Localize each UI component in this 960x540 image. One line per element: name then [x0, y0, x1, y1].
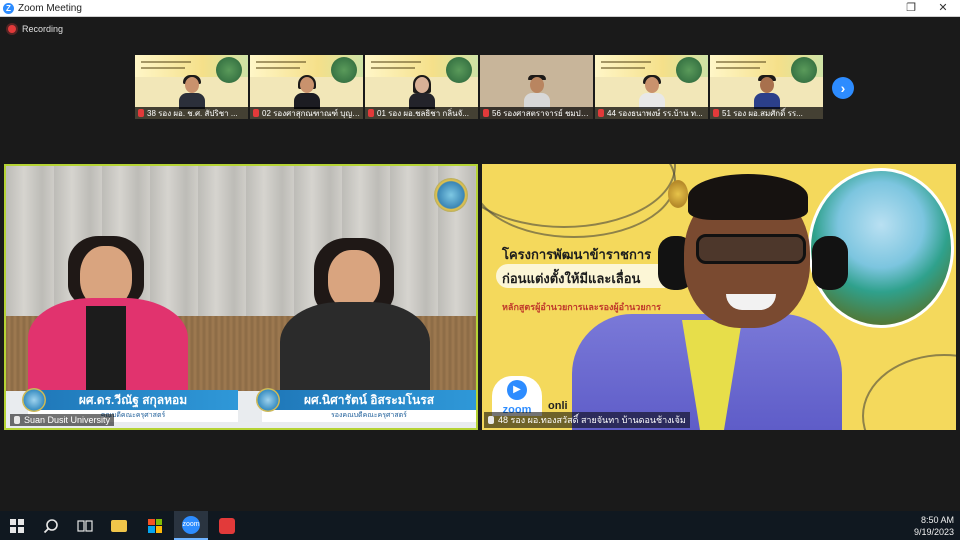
slide-banner	[710, 55, 823, 83]
store-button[interactable]	[138, 511, 172, 540]
university-badge-icon	[22, 388, 46, 412]
muted-mic-icon	[598, 109, 604, 117]
search-button[interactable]	[34, 511, 68, 540]
online-text: onli	[548, 400, 568, 412]
slide-banner	[135, 55, 248, 83]
slide-subtitle: หลักสูตรผู้อำนวยการและรองผู้อำนวยการ	[502, 302, 661, 312]
participant-thumbnail[interactable]: 02 รองศาสุกณฑาณฑ์ บุญลั...	[250, 55, 363, 119]
muted-mic-icon	[138, 109, 144, 117]
participant-video	[523, 75, 550, 109]
search-icon	[43, 518, 58, 533]
next-page-button[interactable]: ›	[832, 77, 854, 99]
muted-mic-icon	[368, 109, 374, 117]
nameplate-name: ผศ.นิศารัตน์ อิสระมโนรส	[262, 390, 476, 410]
university-badge-icon	[256, 388, 280, 412]
participant-thumbnail[interactable]: 56 รองศาสตราจารย์ ชมประชา...	[480, 55, 593, 119]
participant-label: 48 รอง ผอ.ทองสวัสดิ์ สายจันทา บ้านดอนช้า…	[484, 412, 690, 428]
zoom-logo: ▶ zoom	[492, 376, 542, 416]
speaker-video-right[interactable]: โครงการพัฒนาข้าราชการ ก่อนแต่งตั้งให้มีแ…	[482, 164, 956, 430]
title-bar: Z Zoom Meeting ❐ ✕	[0, 0, 960, 17]
start-button[interactable]	[0, 511, 34, 540]
store-icon	[148, 518, 162, 533]
file-explorer-button[interactable]	[102, 511, 136, 540]
zoom-taskbar-button[interactable]: zoom	[174, 511, 208, 540]
participant-name: 01 รอง ผอ.ชลธิชา กลิ่นจั...	[377, 108, 469, 118]
participant-video	[178, 75, 205, 109]
muted-mic-icon	[253, 109, 259, 117]
participant-name: 56 รองศาสตราจารย์ ชมประชา...	[492, 108, 592, 118]
participant-name: 48 รอง ผอ.ทองสวัสดิ์ สายจันทา บ้านดอนช้า…	[498, 415, 686, 425]
emblem-icon	[668, 180, 688, 208]
slide-title-line2: ก่อนแต่งตั้งให้มีและเลื่อน	[502, 271, 641, 286]
participant-video	[293, 75, 320, 109]
muted-mic-icon	[713, 109, 719, 117]
slide-banner	[595, 55, 708, 83]
participant-name: 51 รอง ผอ.สมศักดิ์ รร...	[722, 108, 803, 118]
clock-date: 9/19/2023	[913, 527, 954, 537]
close-button[interactable]: ✕	[928, 0, 958, 16]
muted-mic-icon	[483, 109, 489, 117]
participant-name: 02 รองศาสุกณฑาณฑ์ บุญลั...	[262, 108, 362, 118]
nameplate-name: ผศ.ดร.วีณัฐ สกุลหอม	[28, 390, 238, 410]
record-icon	[8, 25, 16, 33]
university-seal-icon	[434, 178, 468, 212]
window-title: Zoom Meeting	[18, 2, 82, 14]
participant-thumbnail[interactable]: 38 รอง ผอ. ช.ศ. สัปริชา ...	[135, 55, 248, 119]
participant-video	[408, 75, 435, 109]
participant-name: Suan Dusit University	[24, 415, 111, 425]
nameplate-right: ผศ.นิศารัตน์ อิสระมโนรส รองคณบดีคณะครุศา…	[256, 388, 476, 424]
participant-name: 38 รอง ผอ. ช.ศ. สัปริชา ...	[147, 108, 238, 118]
task-view-button[interactable]	[68, 511, 102, 540]
participant-thumbnail[interactable]: 44 รองธนาพงษ์ รร.บ้าน ท...	[595, 55, 708, 119]
recording-label: Recording	[22, 24, 64, 34]
task-view-icon	[77, 519, 93, 532]
taskbar: zoom 8:50 AM 9/19/2023	[0, 511, 960, 540]
restore-button[interactable]: ❐	[896, 0, 926, 16]
folder-icon	[111, 519, 127, 532]
windows-icon	[10, 518, 24, 533]
system-clock[interactable]: 8:50 AM 9/19/2023	[914, 514, 954, 538]
participant-video	[638, 75, 665, 109]
nameplate-title: รองคณบดีคณะครุศาสตร์	[262, 410, 476, 422]
participant-thumbnail[interactable]: 51 รอง ผอ.สมศักดิ์ รร...	[710, 55, 823, 119]
clock-time: 8:50 AM	[920, 515, 954, 525]
zoom-camera-icon: ▶	[507, 380, 527, 400]
participant-label: Suan Dusit University	[10, 414, 115, 426]
participant-name: 44 รองธนาพงษ์ รร.บ้าน ท...	[607, 108, 703, 118]
zoom-icon: zoom	[182, 515, 200, 534]
slide-title-line1: โครงการพัฒนาข้าราชการ	[502, 247, 652, 262]
participant-thumbnail[interactable]: 01 รอง ผอ.ชลธิชา กลิ่นจั...	[365, 55, 478, 119]
speaker-video-left[interactable]: ผศ.ดร.วีณัฐ สกุลหอม คณบดีคณะครุศาสตร์ ผศ…	[4, 164, 478, 430]
red-app-button[interactable]	[210, 511, 244, 540]
mic-icon	[488, 416, 494, 424]
participant-video	[753, 75, 780, 109]
slide-banner	[365, 55, 478, 83]
slide-banner	[250, 55, 363, 83]
mic-icon	[14, 416, 20, 424]
participant-thumbnails: 38 รอง ผอ. ช.ศ. สัปริชา ... 02 รองศาสุกณ…	[135, 55, 825, 119]
recording-indicator[interactable]: Recording	[8, 24, 63, 34]
app-icon	[219, 517, 235, 534]
zoom-logo-icon: Z	[3, 2, 14, 14]
